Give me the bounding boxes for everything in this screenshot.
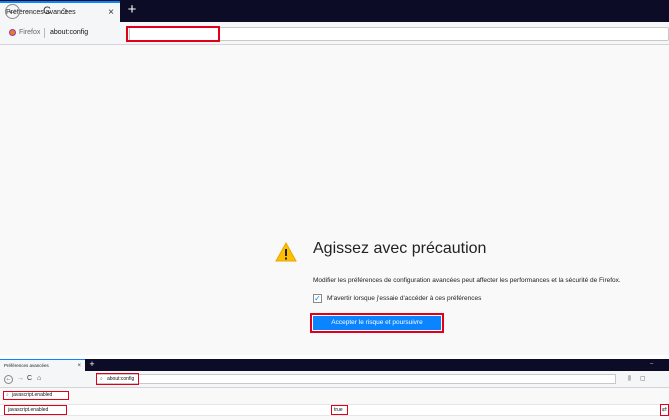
new-tab-button[interactable]: + (88, 359, 96, 370)
preference-value: true (334, 407, 343, 413)
address-bar[interactable] (96, 374, 616, 384)
identity-box[interactable]: Firefox (9, 29, 40, 36)
identity-separator (44, 28, 45, 38)
preference-name: javascript.enabled (8, 407, 49, 413)
library-icon[interactable]: ⫼ (628, 374, 631, 384)
search-icon: ⌕ (100, 376, 103, 382)
home-icon[interactable]: ⌂ (37, 374, 41, 384)
toggle-icon[interactable]: ⇄ (662, 405, 667, 415)
tab-title: Préférences avancées (4, 363, 49, 368)
warning-page (0, 45, 669, 355)
warning-title: Agissez avec précaution (313, 240, 487, 257)
warning-description: Modifier les préférences de configuratio… (313, 277, 621, 284)
preference-search-value[interactable]: javascript.enabled (12, 391, 52, 400)
back-icon[interactable]: ← (5, 4, 20, 19)
new-tab-button[interactable]: + (125, 2, 139, 18)
firefox-icon (9, 29, 16, 36)
reload-icon[interactable]: C (41, 4, 53, 19)
back-icon[interactable]: ← (4, 375, 13, 384)
identity-label: Firefox (19, 29, 41, 36)
address-highlight (126, 26, 220, 42)
address-url[interactable]: about:config (107, 374, 134, 384)
address-bar[interactable] (126, 26, 669, 42)
close-icon[interactable]: × (77, 363, 81, 369)
warning-icon (275, 242, 297, 262)
accept-risk-button[interactable]: Accepter le risque et poursuivre (313, 316, 441, 330)
address-url[interactable]: about:config (50, 29, 88, 36)
reload-icon[interactable]: C (27, 374, 32, 384)
tab-bar (0, 359, 669, 371)
tab-preferences[interactable]: Préférences avancées × (0, 359, 85, 371)
warn-checkbox-label[interactable]: M'avertir lorsque j'essaie d'accéder à c… (327, 295, 481, 302)
forward-icon[interactable]: → (24, 4, 36, 19)
minimize-icon[interactable]: – (650, 359, 658, 370)
search-icon: ⌕ (6, 392, 9, 398)
home-icon[interactable]: ⌂ (58, 4, 70, 19)
warn-checkbox[interactable]: ✓ (313, 294, 322, 303)
close-icon[interactable]: × (108, 7, 114, 18)
forward-icon[interactable]: → (17, 374, 24, 384)
sidebar-icon[interactable]: ▢ (640, 374, 646, 384)
